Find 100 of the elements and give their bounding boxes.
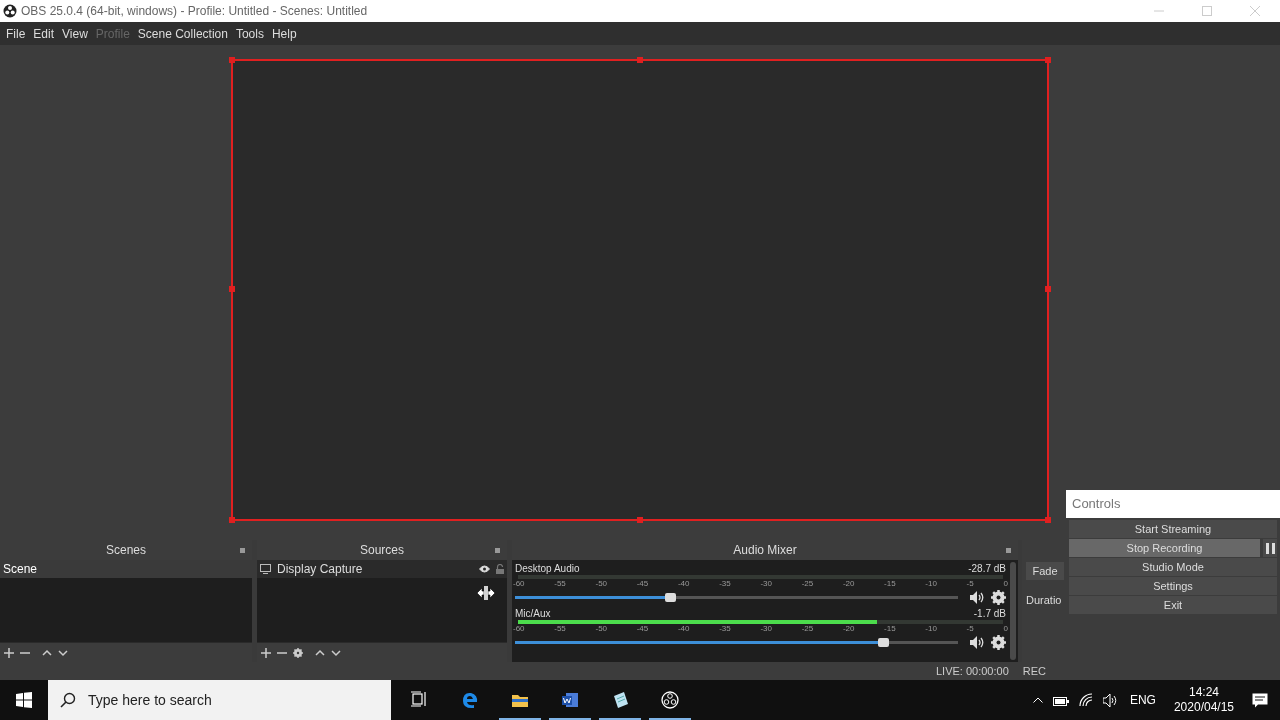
speaker-icon[interactable] (970, 635, 985, 649)
float-icon[interactable] (495, 547, 501, 553)
scene-item[interactable]: Scene (0, 560, 252, 578)
speaker-icon[interactable] (1102, 693, 1118, 707)
battery-icon[interactable] (1052, 694, 1069, 706)
scale-label: -30 (760, 579, 772, 589)
dock-title: Sources (360, 542, 404, 559)
menu-item[interactable]: Help (267, 24, 301, 43)
eye-icon[interactable] (479, 565, 490, 573)
scale-label: -35 (719, 579, 731, 589)
duration-label: Duratio (1026, 593, 1062, 608)
scale-label: 0 (1003, 624, 1008, 634)
resize-handle[interactable] (229, 57, 235, 63)
db-reading: -1.7 dB (973, 606, 1006, 621)
scale-label: -35 (719, 624, 731, 634)
rec-status: REC (1022, 663, 1046, 679)
scale-label: -30 (760, 624, 772, 634)
scale-label: -60 (513, 624, 525, 634)
scale-label: -15 (884, 624, 896, 634)
scale-label: -10 (925, 624, 937, 634)
float-icon[interactable] (240, 547, 246, 553)
scrollbar[interactable] (1010, 562, 1016, 660)
scale-label: -40 (677, 624, 690, 634)
clock-date[interactable]: 2020/04/15 (1173, 700, 1234, 715)
wifi-icon[interactable] (1078, 693, 1093, 707)
scale-label: -45 (636, 579, 649, 589)
clock-time[interactable]: 14:24 (1188, 685, 1219, 700)
channel-name: Mic/Aux (515, 606, 551, 621)
resize-handle[interactable] (1045, 286, 1051, 292)
move-up-icon[interactable] (42, 647, 52, 658)
scale-label: 0 (1003, 579, 1008, 589)
control-button[interactable]: Stop Recording (1069, 539, 1260, 557)
volume-slider[interactable] (515, 595, 958, 599)
task-view-icon[interactable] (411, 691, 429, 709)
menu-item[interactable]: Scene Collection (133, 24, 232, 43)
scale-label: -5 (966, 579, 974, 589)
resize-handle[interactable] (637, 57, 643, 63)
menu-item[interactable]: Edit (29, 24, 59, 43)
live-status: LIVE: 00:00:00 (936, 663, 1009, 679)
browser-icon[interactable] (461, 691, 479, 709)
pause-button[interactable] (1263, 539, 1277, 557)
settings-icon[interactable] (991, 634, 1006, 650)
move-down-icon[interactable] (58, 647, 68, 658)
scale-label: -5 (966, 624, 974, 634)
control-button[interactable]: Start Streaming (1069, 520, 1277, 538)
move-down-icon[interactable] (331, 647, 341, 658)
taskbar-search-field[interactable]: Type here to search (48, 680, 391, 720)
scale-label: -25 (801, 624, 814, 634)
scale-label: -45 (636, 624, 649, 634)
control-button[interactable]: Studio Mode (1069, 558, 1277, 576)
settings-icon[interactable] (991, 589, 1006, 605)
menu-item[interactable]: File (2, 24, 30, 43)
notepad-icon[interactable] (611, 691, 629, 709)
scale-label: -10 (925, 579, 937, 589)
scale-label: -50 (595, 579, 608, 589)
resize-handle[interactable] (229, 517, 235, 523)
start-icon[interactable] (16, 692, 32, 708)
control-button[interactable]: Exit (1069, 596, 1277, 614)
resize-handle[interactable] (637, 517, 643, 523)
scale-label: -60 (513, 579, 525, 589)
dock-title: Audio Mixer (733, 542, 797, 559)
scale-label: -20 (842, 624, 855, 634)
chevron-up-icon[interactable] (1032, 697, 1043, 703)
add-icon[interactable] (4, 647, 14, 658)
menu-item[interactable]: Tools (231, 24, 268, 43)
slider-thumb[interactable] (877, 637, 889, 647)
scale-label: -55 (554, 579, 566, 589)
scale-label: -25 (801, 579, 814, 589)
language-indicator[interactable]: ENG (1129, 691, 1156, 709)
notification-icon[interactable] (1252, 692, 1268, 708)
search-icon (60, 692, 76, 708)
volume-slider[interactable] (515, 640, 958, 644)
resize-handle[interactable] (229, 286, 235, 292)
resize-cursor-icon (476, 586, 496, 600)
db-reading: -28.7 dB (968, 561, 1006, 576)
monitor-icon (260, 564, 271, 574)
scale-label: -40 (677, 579, 690, 589)
transition-button[interactable]: Fade (1026, 562, 1064, 580)
pause-icon (1265, 542, 1275, 554)
add-icon[interactable] (261, 647, 271, 658)
dock-title: Scenes (106, 542, 146, 559)
scale-label: -15 (884, 579, 896, 589)
channel-name: Desktop Audio (515, 561, 580, 576)
unlocked-lock-icon[interactable] (496, 564, 504, 574)
obs-logo-icon[interactable] (661, 691, 679, 709)
scale-label: -55 (554, 624, 566, 634)
control-button[interactable]: Settings (1069, 577, 1277, 595)
scale-label: -20 (842, 579, 855, 589)
dock-header[interactable]: Controls (1066, 490, 1280, 518)
resize-handle[interactable] (1045, 57, 1051, 63)
word-document-icon[interactable] (561, 691, 579, 709)
float-icon[interactable] (1006, 547, 1012, 553)
move-up-icon[interactable] (315, 647, 325, 658)
window-title: OBS 25.0.4 (64-bit, windows) - Profile: Untitled - Scenes: Untitled (21, 3, 368, 20)
menu-item[interactable]: View (58, 24, 92, 43)
resize-handle[interactable] (1045, 517, 1051, 523)
slider-thumb[interactable] (665, 592, 677, 602)
speaker-icon[interactable] (970, 590, 985, 604)
scale-label: -50 (595, 624, 608, 634)
settings-icon[interactable] (293, 647, 303, 658)
